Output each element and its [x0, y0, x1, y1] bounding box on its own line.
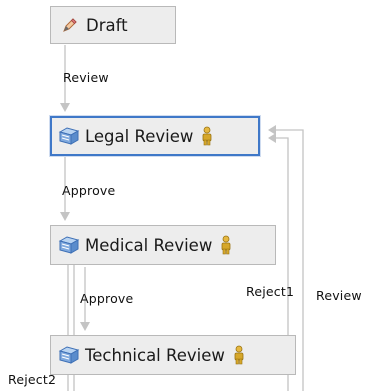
task-box-icon: [58, 344, 80, 366]
arrowhead-technical: [80, 322, 90, 331]
arrowhead-medical: [60, 212, 70, 221]
user-icon: [200, 126, 214, 146]
node-medical-review[interactable]: Medical Review: [50, 225, 276, 265]
task-box-icon: [58, 125, 80, 147]
pencil-icon: [59, 14, 81, 36]
node-draft-label: Draft: [86, 15, 128, 35]
edge-label-approve-2: Approve: [80, 291, 134, 306]
workflow-connectors: [60, 45, 304, 391]
edge-label-review-back: Review: [316, 288, 362, 303]
edge-label-approve-1: Approve: [62, 183, 116, 198]
arrowhead-legal: [60, 103, 70, 112]
arrowhead-review-back: [268, 125, 276, 135]
edge-label-reject1: Reject1: [246, 284, 295, 299]
arrowhead-reject1: [268, 133, 276, 143]
node-legal-review[interactable]: Legal Review: [50, 116, 260, 156]
edge-label-review: Review: [63, 70, 109, 85]
task-box-icon: [58, 234, 80, 256]
user-icon: [232, 345, 246, 365]
node-legal-review-label: Legal Review: [85, 126, 194, 146]
user-icon: [219, 235, 233, 255]
node-draft[interactable]: Draft: [50, 6, 176, 44]
edge-label-reject2: Reject2: [8, 372, 57, 387]
node-technical-review[interactable]: Technical Review: [50, 335, 296, 375]
node-medical-review-label: Medical Review: [85, 235, 213, 255]
node-technical-review-label: Technical Review: [85, 345, 225, 365]
